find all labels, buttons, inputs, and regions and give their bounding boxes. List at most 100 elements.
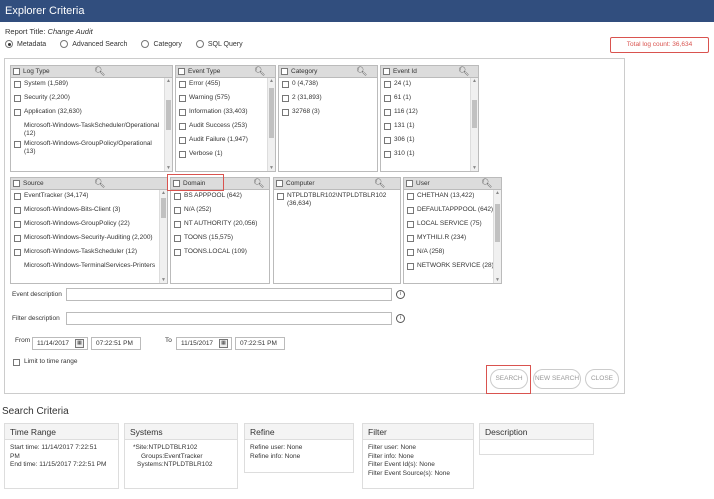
list-item[interactable]: 0 (4,738): [279, 78, 377, 92]
item-checkbox[interactable]: [384, 136, 391, 144]
list-item[interactable]: CHETHAN (13,422): [404, 190, 501, 204]
from-time-input[interactable]: 07:22:51 PM: [91, 337, 141, 350]
list-item[interactable]: N/A (252): [171, 204, 269, 218]
calendar-icon[interactable]: ▦: [219, 339, 228, 348]
item-checkbox[interactable]: [14, 234, 21, 242]
list-item[interactable]: 2 (31,893): [279, 92, 377, 106]
list-item[interactable]: Application (32,630): [11, 106, 172, 120]
new-search-button[interactable]: NEW SEARCH: [533, 369, 581, 389]
list-item[interactable]: NETWORK SERVICE (28): [404, 260, 501, 274]
mode-sql-query[interactable]: SQL Query: [195, 40, 243, 48]
item-checkbox[interactable]: [14, 94, 21, 102]
item-checkbox[interactable]: [407, 206, 414, 214]
item-checkbox[interactable]: [384, 122, 391, 130]
list-item[interactable]: Warning (575): [176, 92, 275, 106]
close-button[interactable]: CLOSE: [585, 369, 619, 389]
list-item[interactable]: EventTracker (34,174): [11, 190, 167, 204]
item-checkbox[interactable]: [384, 80, 391, 88]
list-item[interactable]: BS APPPOOL (642): [171, 190, 269, 204]
select-all-checkbox[interactable]: [281, 68, 288, 75]
scrollbar[interactable]: ▲ ▼: [267, 78, 275, 171]
search-icon[interactable]: 🔍︎: [94, 178, 105, 189]
search-icon[interactable]: 🔍︎: [458, 66, 469, 77]
select-all-checkbox[interactable]: [276, 180, 283, 187]
list-item[interactable]: Verbose (1): [176, 148, 275, 162]
list-item[interactable]: 116 (12): [381, 106, 478, 120]
scrollbar[interactable]: ▲ ▼: [470, 78, 478, 171]
list-item[interactable]: Audit Success (253): [176, 120, 275, 134]
list-item[interactable]: Microsoft-Windows-TerminalServices-Print…: [11, 260, 167, 274]
mode-metadata[interactable]: Metadata: [5, 40, 46, 48]
item-checkbox[interactable]: [407, 262, 414, 270]
search-icon[interactable]: 🔍︎: [253, 178, 264, 189]
item-checkbox[interactable]: [14, 192, 21, 200]
item-checkbox[interactable]: [14, 80, 21, 88]
list-item[interactable]: Microsoft-Windows-TaskScheduler/Operatio…: [11, 120, 172, 138]
to-time-input[interactable]: 07:22:51 PM: [235, 337, 285, 350]
item-checkbox[interactable]: [174, 192, 181, 200]
mode-category[interactable]: Category: [141, 40, 182, 48]
item-checkbox[interactable]: [174, 206, 181, 214]
item-checkbox[interactable]: [384, 150, 391, 158]
list-item[interactable]: NT AUTHORITY (20,056): [171, 218, 269, 232]
list-item[interactable]: 24 (1): [381, 78, 478, 92]
item-checkbox[interactable]: [407, 192, 414, 200]
item-checkbox[interactable]: [174, 220, 181, 228]
event-description-input[interactable]: [66, 288, 392, 301]
scrollbar[interactable]: ▲ ▼: [159, 190, 167, 283]
select-all-checkbox[interactable]: [13, 180, 20, 187]
list-item[interactable]: 131 (1): [381, 120, 478, 134]
radio-sql-query[interactable]: [195, 40, 204, 48]
list-item[interactable]: LOCAL SERVICE (75): [404, 218, 501, 232]
list-item[interactable]: Microsoft-Windows-Security-Auditing (2,2…: [11, 232, 167, 246]
list-item[interactable]: Security (2,200): [11, 92, 172, 106]
list-item[interactable]: Microsoft-Windows-GroupPolicy (22): [11, 218, 167, 232]
scrollbar[interactable]: ▲ ▼: [493, 190, 501, 283]
info-icon[interactable]: i: [396, 314, 405, 323]
item-checkbox[interactable]: [14, 248, 21, 256]
search-icon[interactable]: 🔍︎: [481, 178, 492, 189]
item-checkbox[interactable]: [179, 150, 186, 158]
item-checkbox[interactable]: [282, 108, 289, 116]
radio-advanced-search[interactable]: [60, 40, 69, 48]
list-item[interactable]: TOONS (15,575): [171, 232, 269, 246]
list-item[interactable]: DEFAULTAPPPOOL (642): [404, 204, 501, 218]
select-all-checkbox[interactable]: [13, 68, 20, 75]
list-item[interactable]: Microsoft-Windows-GroupPolicy/Operationa…: [11, 138, 172, 156]
info-icon[interactable]: i: [396, 290, 405, 299]
item-checkbox[interactable]: [277, 192, 284, 200]
list-item[interactable]: Error (455): [176, 78, 275, 92]
item-checkbox[interactable]: [384, 108, 391, 116]
list-item[interactable]: Microsoft-Windows-TaskScheduler (12): [11, 246, 167, 260]
list-item[interactable]: Audit Failure (1,947): [176, 134, 275, 148]
item-checkbox[interactable]: [179, 136, 186, 144]
list-item[interactable]: NTPLDTBLR102\NTPLDTBLR102 (36,634): [274, 190, 400, 208]
item-checkbox[interactable]: [174, 234, 181, 242]
list-item[interactable]: 306 (1): [381, 134, 478, 148]
filter-description-input[interactable]: [66, 312, 392, 325]
item-checkbox[interactable]: [407, 234, 414, 242]
item-checkbox[interactable]: [407, 220, 414, 228]
item-checkbox[interactable]: [282, 80, 289, 88]
limit-time-range-checkbox[interactable]: [13, 358, 20, 366]
scrollbar[interactable]: ▲ ▼: [164, 78, 172, 171]
select-all-checkbox[interactable]: [178, 68, 185, 75]
list-item[interactable]: Information (33,403): [176, 106, 275, 120]
item-checkbox[interactable]: [384, 94, 391, 102]
list-item[interactable]: 61 (1): [381, 92, 478, 106]
list-item[interactable]: 310 (1): [381, 148, 478, 162]
item-checkbox[interactable]: [179, 80, 186, 88]
item-checkbox[interactable]: [179, 94, 186, 102]
item-checkbox[interactable]: [14, 140, 21, 148]
item-checkbox[interactable]: [174, 248, 181, 256]
item-checkbox[interactable]: [14, 108, 21, 116]
mode-advanced-search[interactable]: Advanced Search: [60, 40, 127, 48]
item-checkbox[interactable]: [282, 94, 289, 102]
search-icon[interactable]: 🔍︎: [356, 66, 367, 77]
item-checkbox[interactable]: [407, 248, 414, 256]
search-icon[interactable]: 🔍︎: [94, 66, 105, 77]
search-icon[interactable]: 🔍︎: [254, 66, 265, 77]
list-item[interactable]: MYTHILI.R (234): [404, 232, 501, 246]
list-item[interactable]: System (1,589): [11, 78, 172, 92]
list-item[interactable]: N/A (258): [404, 246, 501, 260]
